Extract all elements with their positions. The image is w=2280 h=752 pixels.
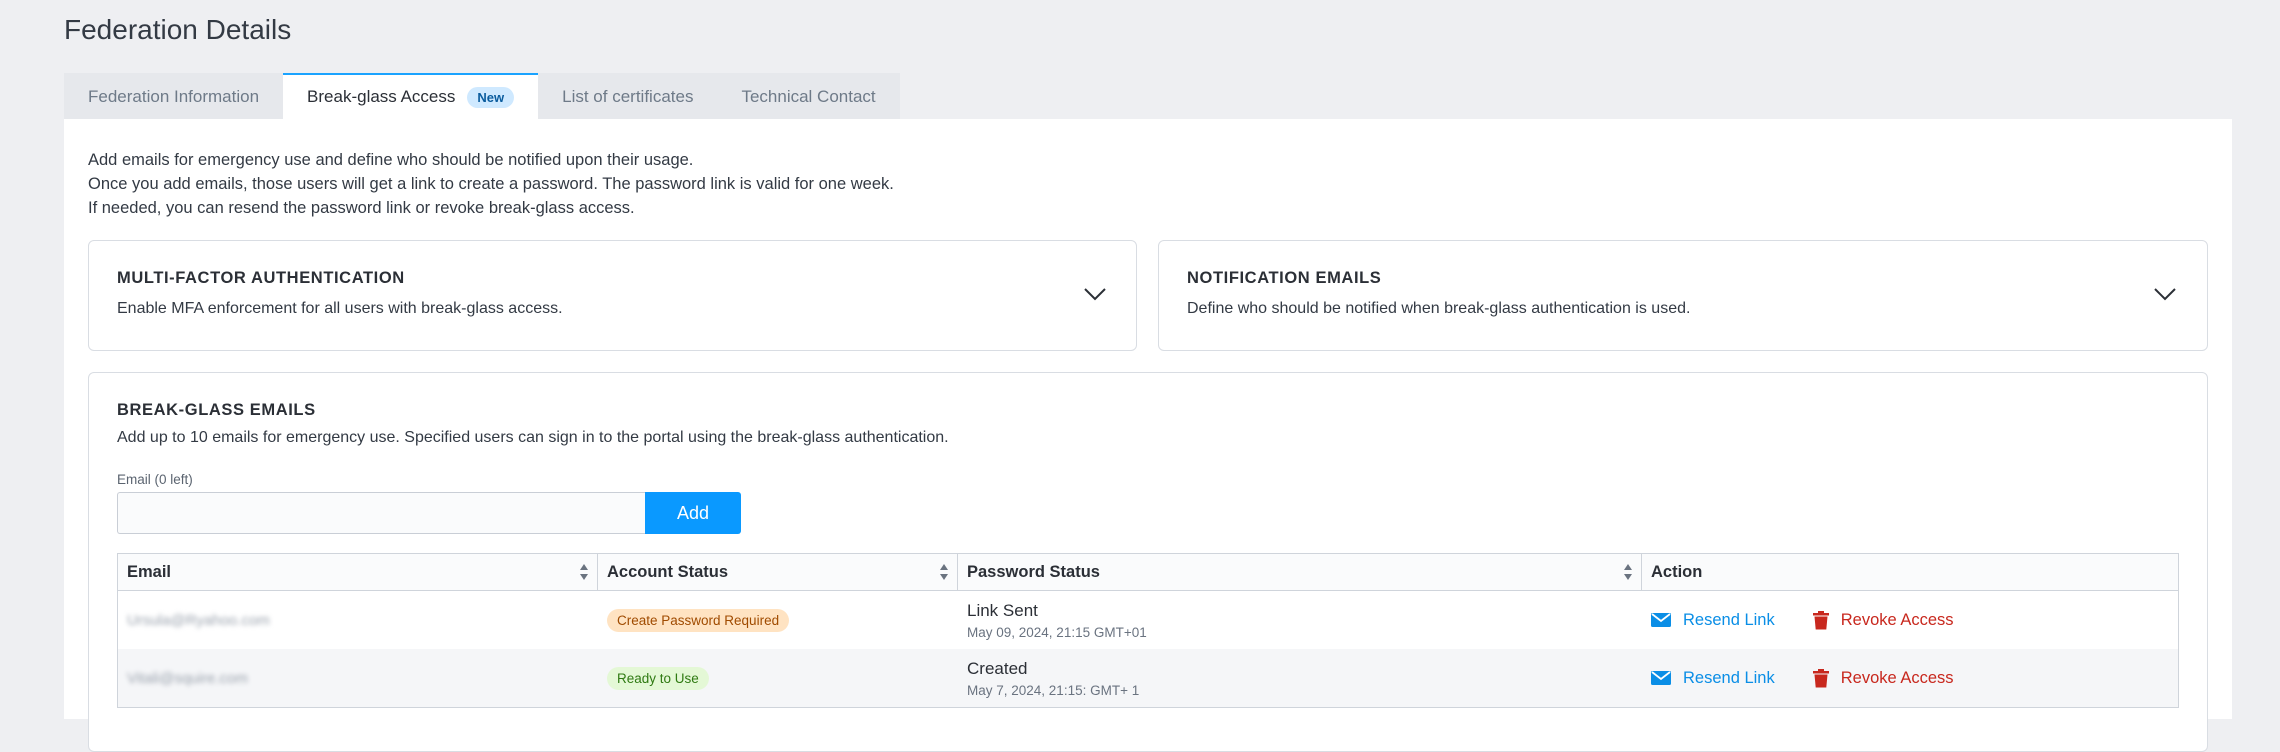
notification-card-title: NOTIFICATION EMAILS (1187, 269, 1382, 287)
intro-text: Add emails for emergency use and define … (88, 148, 894, 220)
column-header-label: Email (127, 562, 172, 581)
page-title: Federation Details (64, 14, 292, 45)
mfa-card-description: Enable MFA enforcement for all users wit… (117, 300, 563, 317)
trash-icon (1812, 668, 1829, 687)
account-status-cell: Ready to Use (598, 649, 958, 707)
chevron-down-icon[interactable] (1084, 287, 1106, 301)
resend-link-label: Resend Link (1683, 668, 1775, 687)
email-cell: Vitali@squire.com (118, 649, 598, 707)
email-input[interactable] (117, 492, 645, 534)
status-badge: Create Password Required (607, 608, 790, 632)
password-status: Created (967, 658, 1028, 678)
email-cell: Ursula@Ryahoo.com (118, 591, 598, 649)
password-status-cell: Created May 7, 2024, 21:15: GMT+ 1 (958, 649, 1642, 707)
column-header-action: Action (1642, 554, 2177, 590)
tab-technical-contact[interactable]: Technical Contact (717, 73, 899, 119)
revoke-access-button[interactable]: Revoke Access (1812, 668, 1954, 688)
status-badge: Ready to Use (607, 666, 709, 690)
revoke-access-label: Revoke Access (1840, 610, 1954, 629)
email-value: Vitali@squire.com (127, 669, 248, 687)
table-row: Ursula@Ryahoo.com Create Password Requir… (118, 591, 2178, 649)
trash-icon (1812, 610, 1829, 629)
table-row: Vitali@squire.com Ready to Use Created M… (118, 649, 2178, 707)
envelope-icon (1651, 671, 1671, 685)
column-header-label: Action (1651, 562, 1703, 581)
sort-icon[interactable] (1623, 563, 1633, 581)
resend-link-button[interactable]: Resend Link (1651, 669, 1775, 688)
resend-link-label: Resend Link (1683, 610, 1775, 629)
tab-label: List of certificates (562, 87, 694, 106)
break-glass-emails-description: Add up to 10 emails for emergency use. S… (117, 429, 949, 446)
intro-line: Once you add emails, those users will ge… (88, 175, 894, 193)
password-status-cell: Link Sent May 09, 2024, 21:15 GMT+01 (958, 591, 1642, 649)
password-timestamp: May 7, 2024, 21:15: GMT+ 1 (967, 682, 1140, 698)
break-glass-emails-title: BREAK-GLASS EMAILS (117, 401, 316, 419)
sort-icon[interactable] (939, 563, 949, 581)
column-header-label: Password Status (967, 562, 1100, 581)
tab-federation-information[interactable]: Federation Information (64, 73, 283, 119)
new-badge: New (467, 86, 515, 108)
column-header-password-status[interactable]: Password Status (958, 554, 1642, 590)
action-cell: Resend Link Revoke Access (1642, 649, 2177, 707)
envelope-icon (1651, 613, 1671, 627)
tab-break-glass-access[interactable]: Break-glass Access New (283, 73, 539, 119)
break-glass-emails-table: Email Account Status Password Status Act… (117, 553, 2179, 708)
break-glass-panel: Add emails for emergency use and define … (64, 119, 2232, 752)
tab-list-of-certificates[interactable]: List of certificates (538, 73, 717, 119)
tab-label: Break-glass Access (307, 87, 456, 106)
account-status-cell: Create Password Required (598, 591, 958, 649)
email-value: Ursula@Ryahoo.com (127, 611, 270, 629)
password-status: Link Sent (967, 600, 1038, 620)
action-cell: Resend Link Revoke Access (1642, 591, 2177, 649)
intro-line: Add emails for emergency use and define … (88, 151, 694, 169)
column-header-email[interactable]: Email (118, 554, 598, 590)
sort-icon[interactable] (579, 563, 589, 581)
tab-label: Technical Contact (741, 87, 876, 106)
chevron-down-icon[interactable] (2154, 287, 2176, 301)
email-field-label: Email (0 left) (117, 472, 193, 487)
mfa-card-title: MULTI-FACTOR AUTHENTICATION (117, 269, 405, 287)
add-email-button[interactable]: Add (645, 492, 741, 534)
notification-card-description: Define who should be notified when break… (1187, 300, 1691, 317)
mfa-card[interactable]: MULTI-FACTOR AUTHENTICATION Enable MFA e… (88, 240, 1137, 351)
tab-bar: Federation Information Break-glass Acces… (64, 73, 900, 119)
break-glass-emails-card: BREAK-GLASS EMAILS Add up to 10 emails f… (88, 372, 2208, 752)
column-header-account-status[interactable]: Account Status (598, 554, 958, 590)
revoke-access-button[interactable]: Revoke Access (1812, 610, 1954, 630)
intro-line: If needed, you can resend the password l… (88, 199, 635, 217)
revoke-access-label: Revoke Access (1840, 668, 1954, 687)
resend-link-button[interactable]: Resend Link (1651, 611, 1775, 630)
table-header: Email Account Status Password Status Act… (118, 554, 2178, 591)
notification-emails-card[interactable]: NOTIFICATION EMAILS Define who should be… (1158, 240, 2208, 351)
column-header-label: Account Status (607, 562, 729, 581)
tab-label: Federation Information (88, 87, 260, 106)
password-timestamp: May 09, 2024, 21:15 GMT+01 (967, 624, 1147, 640)
